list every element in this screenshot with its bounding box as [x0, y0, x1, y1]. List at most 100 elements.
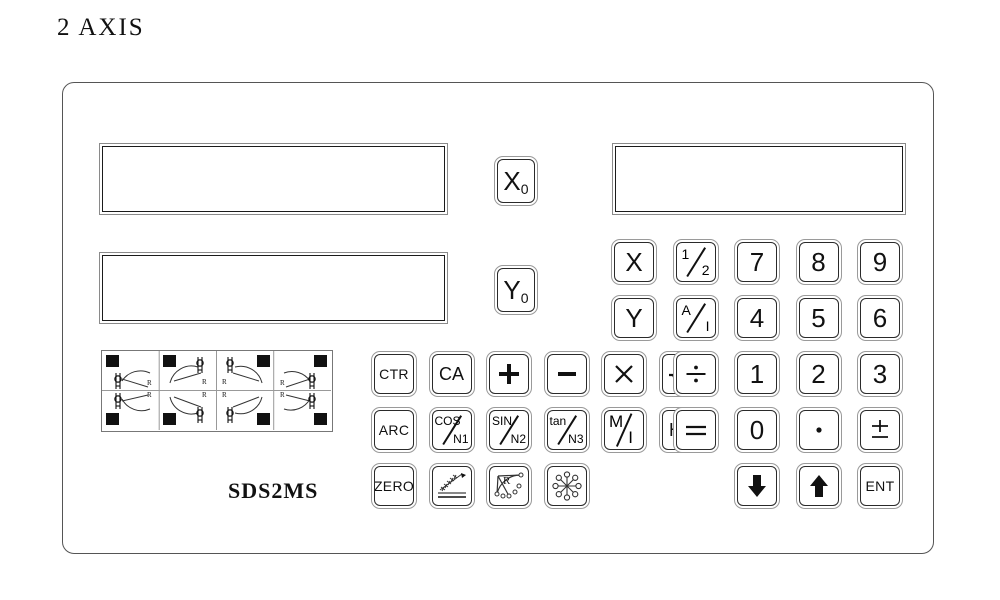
mm-inch-key-face: MI: [604, 410, 644, 450]
arc-radius-key-face: R: [489, 466, 529, 506]
svg-text:R: R: [147, 379, 152, 387]
digit-2-key-label: 2: [811, 359, 826, 389]
y-axis-key[interactable]: Y: [611, 295, 657, 341]
taper-slope-key[interactable]: [428, 463, 475, 509]
multiply-key[interactable]: [601, 351, 647, 397]
digit-0-key-face: 0: [737, 410, 777, 450]
half-key[interactable]: 12: [672, 239, 719, 285]
svg-text:R: R: [147, 391, 152, 399]
arc-r-icon: R: [492, 470, 526, 502]
svg-text:R: R: [202, 378, 207, 386]
plus-minus-key-face: [860, 410, 900, 450]
arc-radius-key[interactable]: R: [486, 463, 532, 509]
digit-8-key-label: 8: [811, 247, 826, 277]
plus-key-glyph: [496, 361, 522, 387]
arc-key-label: ARC: [378, 422, 410, 438]
plus-key[interactable]: [486, 351, 532, 397]
svg-text:R: R: [222, 391, 227, 399]
digit-3-key[interactable]: 3: [857, 351, 903, 397]
digit-9-key-label: 9: [872, 247, 888, 277]
digit-6-key-label: 6: [872, 303, 888, 333]
y-axis-display: [99, 252, 448, 324]
arc-reference-chart-svg: R R R R R R R R: [102, 351, 331, 430]
digit-9-key[interactable]: 9: [857, 239, 903, 285]
minus-key-glyph: [554, 361, 580, 387]
arc-key-face: ARC: [374, 410, 414, 450]
y-axis-display-value: [102, 255, 445, 321]
svg-text:R: R: [222, 378, 227, 386]
svg-text:R: R: [280, 391, 285, 399]
digit-1-key[interactable]: 1: [734, 351, 780, 397]
digit-4-key[interactable]: 4: [734, 295, 780, 341]
abs-inc-key[interactable]: AI: [672, 295, 719, 341]
digit-1-key-face: 1: [737, 354, 777, 394]
aux-display: [612, 143, 906, 215]
decimal-point-key[interactable]: [795, 407, 842, 453]
digit-4-key-label: 4: [749, 303, 765, 333]
y-zero-key[interactable]: Y0: [494, 265, 538, 315]
enter-key-face: ENT: [860, 466, 900, 506]
digit-8-key[interactable]: 8: [795, 239, 842, 285]
ctr-key-face: CTR: [374, 354, 414, 394]
digit-9-key-face: 9: [860, 242, 900, 282]
multiply-key-glyph: [611, 361, 637, 387]
equals-key[interactable]: [672, 407, 719, 453]
ctr-key[interactable]: CTR: [371, 351, 417, 397]
digit-7-key[interactable]: 7: [734, 239, 780, 285]
divide-key-glyph: [683, 361, 709, 387]
y-zero-key-label: Y0: [503, 274, 529, 306]
y-axis-key-face: Y: [614, 298, 654, 338]
cos-n1-key[interactable]: COS N1: [428, 407, 475, 453]
plus-key-face: [489, 354, 529, 394]
divide-key[interactable]: [672, 351, 719, 397]
zero-key-face: ZERO: [374, 466, 414, 506]
bolt-hole-circle-key[interactable]: [543, 463, 590, 509]
taper-icon: [435, 470, 469, 502]
sin-n2-key-label: SIN N2: [492, 414, 526, 446]
digit-5-key-label: 5: [811, 303, 826, 333]
x-zero-key[interactable]: X0: [494, 156, 538, 206]
decimal-point-key-glyph: [809, 420, 829, 440]
digit-6-key[interactable]: 6: [857, 295, 903, 341]
ctr-key-label: CTR: [379, 366, 409, 382]
arc-key[interactable]: ARC: [371, 407, 417, 453]
arrow-down-key[interactable]: [734, 463, 780, 509]
x-axis-key[interactable]: X: [611, 239, 657, 285]
digit-2-key-face: 2: [798, 354, 839, 394]
arc-reference-chart: R R R R R R R R: [101, 350, 333, 432]
digit-7-key-face: 7: [737, 242, 777, 282]
digit-0-key-label: 0: [749, 415, 765, 445]
ca-key-face: CA: [431, 354, 472, 394]
ca-key-label: CA: [438, 364, 464, 384]
plus-minus-key[interactable]: [857, 407, 903, 453]
multiply-key-face: [604, 354, 644, 394]
plus-minus-key-glyph: [867, 417, 893, 443]
svg-text:R: R: [503, 475, 511, 487]
mm-inch-key-label: MI: [609, 412, 633, 447]
x-axis-key-face: X: [614, 242, 654, 282]
digit-3-key-label: 3: [872, 359, 888, 389]
zero-key[interactable]: ZERO: [371, 463, 417, 509]
tan-n3-key[interactable]: tan N3: [543, 407, 590, 453]
mm-inch-key[interactable]: MI: [601, 407, 647, 453]
digit-3-key-face: 3: [860, 354, 900, 394]
ca-key[interactable]: CA: [428, 351, 475, 397]
minus-key[interactable]: [543, 351, 590, 397]
x-axis-display-value: [102, 146, 445, 212]
minus-key-face: [546, 354, 587, 394]
enter-key[interactable]: ENT: [857, 463, 903, 509]
tan-n3-key-label: tan N3: [549, 414, 584, 446]
model-label: SDS2MS: [228, 478, 319, 503]
half-key-label: 12: [681, 246, 710, 278]
y-axis-key-label: Y: [625, 303, 643, 333]
digit-0-key[interactable]: 0: [734, 407, 780, 453]
digit-2-key[interactable]: 2: [795, 351, 842, 397]
decimal-point-key-face: [798, 410, 839, 450]
sin-n2-key-face: SIN N2: [489, 410, 529, 450]
digit-5-key[interactable]: 5: [795, 295, 842, 341]
cos-n1-key-face: COS N1: [431, 410, 472, 450]
tan-n3-key-face: tan N3: [546, 410, 587, 450]
x-zero-key-face: X0: [497, 159, 535, 203]
arrow-up-key[interactable]: [795, 463, 842, 509]
sin-n2-key[interactable]: SIN N2: [486, 407, 532, 453]
